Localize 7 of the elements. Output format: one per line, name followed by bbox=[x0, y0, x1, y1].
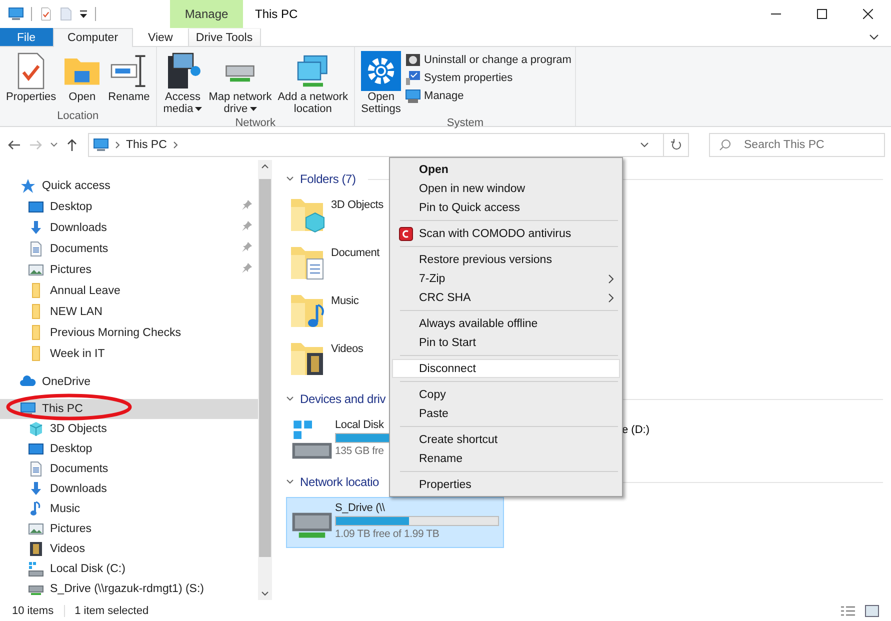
window-title: This PC bbox=[254, 6, 299, 23]
group-label: System bbox=[446, 117, 485, 129]
contextual-tab-header: Manage bbox=[170, 0, 243, 28]
group-label: Network bbox=[234, 117, 277, 129]
selection-count: 1 item selected bbox=[74, 604, 149, 616]
item-count: 10 items bbox=[12, 604, 54, 616]
group-label: Location bbox=[56, 110, 100, 124]
